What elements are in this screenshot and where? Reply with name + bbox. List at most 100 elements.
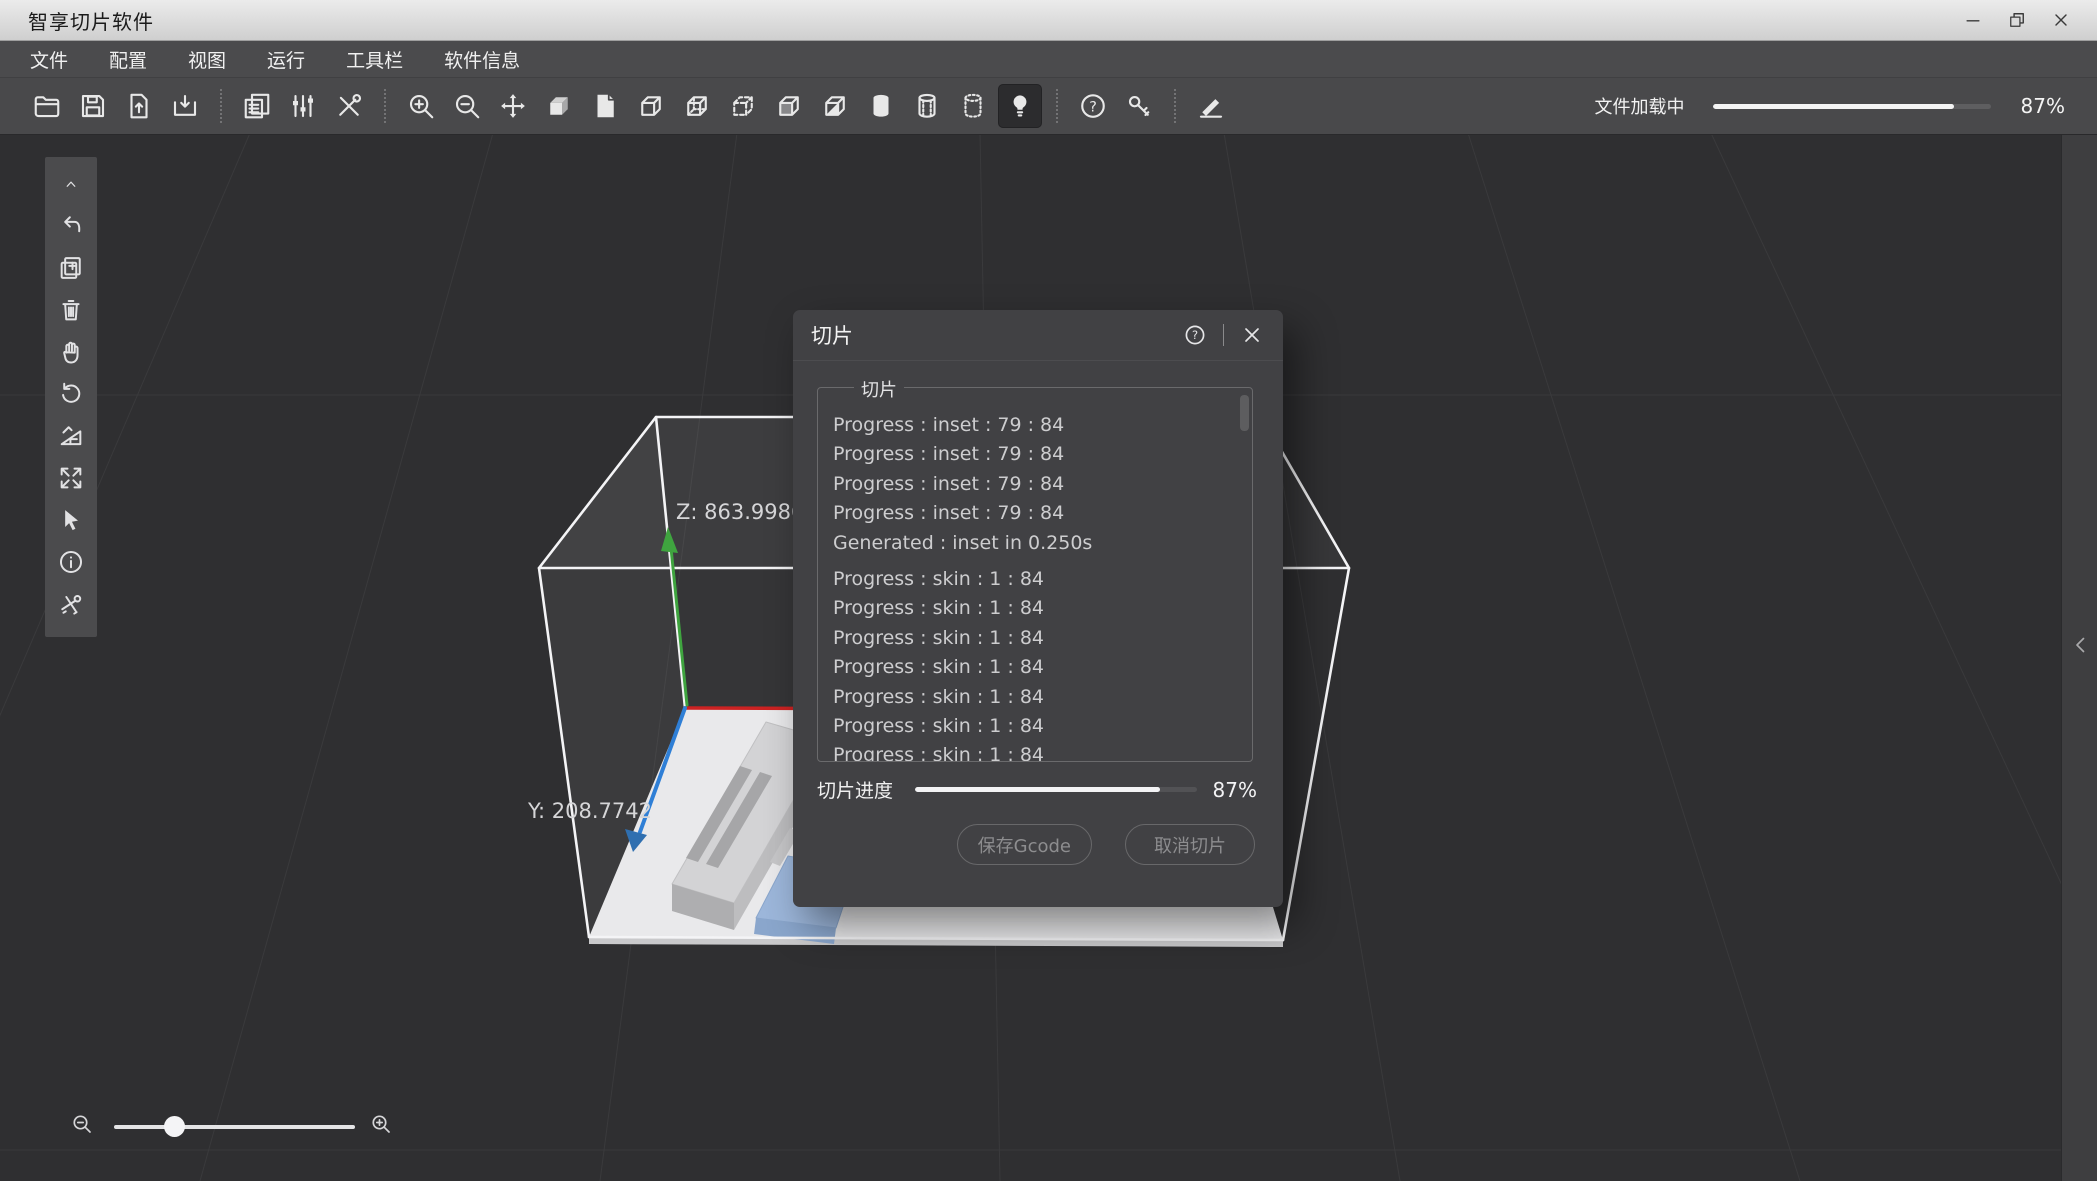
file-loading-progressbar xyxy=(1713,104,1991,109)
log-line: Progress : inset : 79 : 84 xyxy=(833,440,1232,469)
cylinder-wireframe-button[interactable] xyxy=(906,85,948,127)
axis-label-z: Z: 863.9986 xyxy=(676,500,804,524)
zoom-slider[interactable] xyxy=(114,1125,355,1129)
file-loading-progress-fill xyxy=(1713,104,1955,109)
menu-item-5[interactable]: 软件信息 xyxy=(444,46,520,73)
import-model-button[interactable] xyxy=(118,85,160,127)
zoom-out-icon[interactable] xyxy=(70,1112,100,1142)
parameter-sliders-icon xyxy=(288,91,318,121)
support-tools-button[interactable] xyxy=(51,584,91,624)
svg-text:?: ? xyxy=(1089,99,1097,115)
app-title: 智享切片软件 xyxy=(28,6,154,35)
viewport-zoom-control xyxy=(70,1112,399,1142)
view-cube-dotted-button[interactable] xyxy=(676,85,718,127)
view-cube-glass-button[interactable] xyxy=(768,85,810,127)
export-model-button[interactable] xyxy=(164,85,206,127)
file-loading-indicator: 文件加载中 87% xyxy=(1595,93,2075,119)
machine-tools-icon xyxy=(334,91,364,121)
menu-item-3[interactable]: 运行 xyxy=(267,46,305,73)
light-bulb-button[interactable] xyxy=(998,84,1042,128)
cylinder-solid-button[interactable] xyxy=(860,85,902,127)
minimize-button[interactable] xyxy=(1951,3,1995,37)
title-bar: 智享切片软件 xyxy=(0,0,2097,41)
menu-item-2[interactable]: 视图 xyxy=(188,46,226,73)
file-loading-percent: 87% xyxy=(2021,94,2065,118)
menu-item-4[interactable]: 工具栏 xyxy=(346,46,403,73)
import-model-icon xyxy=(124,91,154,121)
info-circle-button[interactable] xyxy=(51,542,91,582)
close-icon xyxy=(2051,10,2071,30)
toolbar-group-1 xyxy=(234,85,372,127)
chevron-up-button[interactable] xyxy=(51,164,91,204)
close-button[interactable] xyxy=(2039,3,2083,37)
view-cube-outline-icon xyxy=(636,91,666,121)
log-line: Generated : inset in 0.250s xyxy=(833,529,1232,558)
hand-pan-button[interactable] xyxy=(51,332,91,372)
restore-icon xyxy=(2007,10,2027,30)
scale-button[interactable] xyxy=(51,416,91,456)
calibration-blade-button[interactable] xyxy=(1190,85,1232,127)
log-line: Progress : skin : 1 : 84 xyxy=(833,741,1232,761)
hand-pan-icon xyxy=(57,338,85,366)
duplicate-button[interactable] xyxy=(236,85,278,127)
license-key-icon xyxy=(1124,91,1154,121)
slice-log-groupbox: 切片 Progress : inset : 79 : 84Progress : … xyxy=(817,387,1253,762)
parameter-sliders-button[interactable] xyxy=(282,85,324,127)
open-file-icon xyxy=(32,91,62,121)
main-toolbar: ? 文件加载中 87% xyxy=(0,77,2097,135)
log-line: Progress : skin : 1 : 84 xyxy=(833,594,1232,623)
dialog-header[interactable]: 切片 ? xyxy=(793,310,1283,361)
slice-progressbar xyxy=(915,787,1197,792)
toolbar-group-0 xyxy=(24,85,208,127)
license-key-button[interactable] xyxy=(1118,85,1160,127)
menu-item-1[interactable]: 配置 xyxy=(109,46,147,73)
move-view-button[interactable] xyxy=(492,85,534,127)
zoom-in-icon xyxy=(406,91,436,121)
zoom-out-button[interactable] xyxy=(446,85,488,127)
view-cube-dotted-icon xyxy=(682,91,712,121)
zoom-slider-handle[interactable] xyxy=(164,1116,185,1137)
slice-log[interactable]: Progress : inset : 79 : 84Progress : ins… xyxy=(818,388,1252,761)
view-sheet-icon xyxy=(590,91,620,121)
expand-button[interactable] xyxy=(51,458,91,498)
zoom-in-icon[interactable] xyxy=(369,1112,399,1142)
zoom-out-icon xyxy=(452,91,482,121)
slice-log-scrollbar[interactable] xyxy=(1240,395,1249,431)
menu-bar: 文件 配置 视图 运行 工具栏 软件信息 xyxy=(0,41,2097,77)
cancel-slice-button[interactable]: 取消切片 xyxy=(1125,824,1255,865)
trash-button[interactable] xyxy=(51,290,91,330)
window-controls xyxy=(1951,3,2083,37)
undo-icon xyxy=(57,212,85,240)
undo-button[interactable] xyxy=(51,206,91,246)
save-file-button[interactable] xyxy=(72,85,114,127)
help-circle-icon: ? xyxy=(1078,91,1108,121)
copy-add-button[interactable] xyxy=(51,248,91,288)
rotate-ccw-button[interactable] xyxy=(51,374,91,414)
toolbar-separator xyxy=(1174,89,1176,123)
open-file-button[interactable] xyxy=(26,85,68,127)
magnifier-minus-icon xyxy=(70,1112,94,1136)
view-cube-dashed-button[interactable] xyxy=(722,85,764,127)
view-sheet-button[interactable] xyxy=(584,85,626,127)
slice-progress-row: 切片进度 87% xyxy=(817,776,1257,803)
view-cube-outline-button[interactable] xyxy=(630,85,672,127)
svg-text:?: ? xyxy=(1192,328,1198,342)
collapse-panel-icon[interactable] xyxy=(2069,633,2091,663)
help-circle-button[interactable]: ? xyxy=(1072,85,1114,127)
magnifier-plus-icon xyxy=(369,1112,393,1136)
save-gcode-button[interactable]: 保存Gcode xyxy=(957,824,1092,865)
toolbar-separator xyxy=(220,89,222,123)
cursor-select-button[interactable] xyxy=(51,500,91,540)
machine-tools-button[interactable] xyxy=(328,85,370,127)
restore-button[interactable] xyxy=(1995,3,2039,37)
expand-icon xyxy=(57,464,85,492)
view-cube-dashed-icon xyxy=(728,91,758,121)
cylinder-points-button[interactable] xyxy=(952,85,994,127)
zoom-in-button[interactable] xyxy=(400,85,442,127)
dialog-help-button[interactable]: ? xyxy=(1182,322,1208,348)
dialog-close-button[interactable] xyxy=(1239,322,1265,348)
export-model-icon xyxy=(170,91,200,121)
view-cube-section-button[interactable] xyxy=(814,85,856,127)
menu-item-0[interactable]: 文件 xyxy=(30,46,68,73)
view-cube-solid-button[interactable] xyxy=(538,85,580,127)
